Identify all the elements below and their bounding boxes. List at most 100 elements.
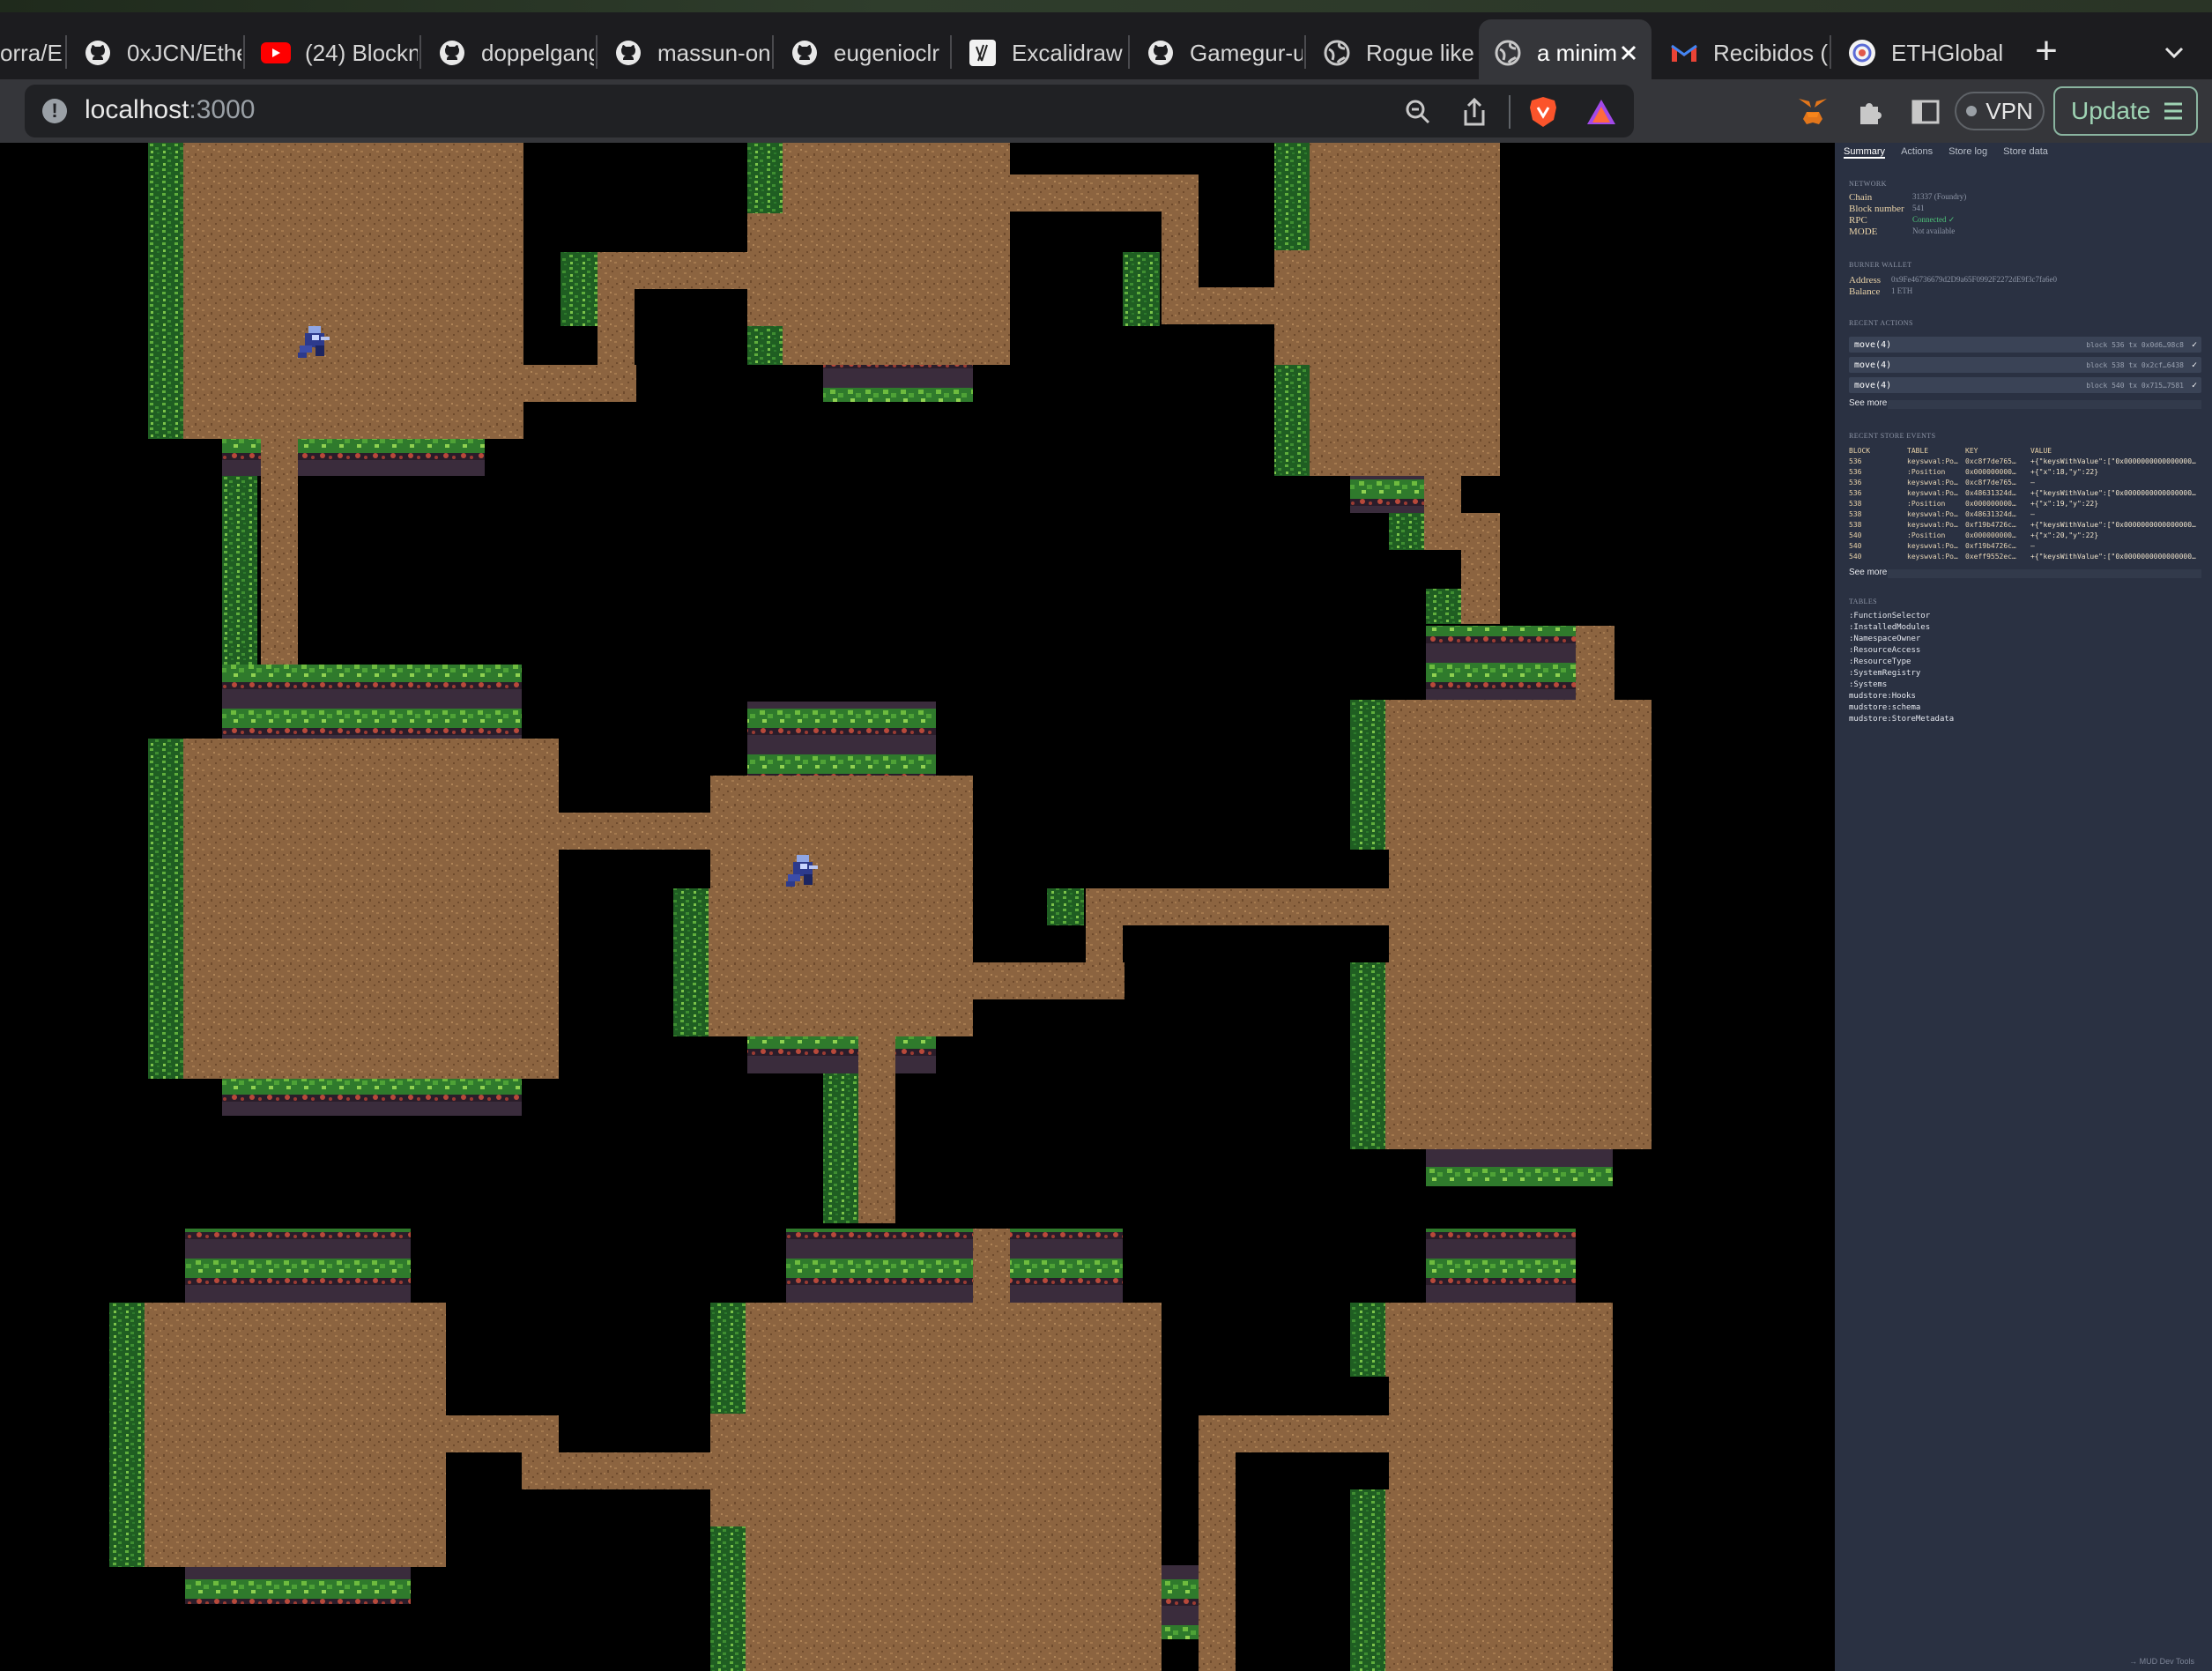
toolbar-divider — [1509, 95, 1511, 129]
github-icon — [83, 38, 113, 68]
tab-11[interactable]: ETHGlobal — [1833, 19, 2006, 86]
event-block: 536 — [1849, 457, 1862, 465]
network-row: Chain 31337 (Foundry) — [1849, 192, 1967, 203]
tab-7[interactable]: Gamegur-u — [1132, 19, 1303, 86]
update-label: Update — [2071, 97, 2151, 124]
see-more-bar — [1888, 569, 2201, 578]
event-value: – — [2030, 510, 2035, 518]
update-button[interactable]: Update — [2053, 86, 2198, 136]
event-table: keyswval:Po… — [1907, 479, 1958, 486]
event-value: +{"x":20,"y":22} — [2030, 531, 2099, 539]
table-item[interactable]: mudstore:StoreMetadata — [1849, 715, 1954, 724]
event-block: 536 — [1849, 479, 1862, 486]
event-table: keyswval:Po… — [1907, 553, 1958, 561]
tab-divider — [596, 35, 598, 69]
event-block: 540 — [1849, 531, 1862, 539]
events-see-more-link[interactable]: See more — [1849, 568, 1887, 577]
gmail-icon — [1669, 38, 1699, 68]
vpn-status-dot — [1966, 106, 1978, 116]
table-item[interactable]: mudstore:schema — [1849, 703, 1920, 712]
table-item[interactable]: :ResourceType — [1849, 657, 1911, 666]
event-value: +{"x":18,"y":22} — [2030, 468, 2099, 476]
table-item[interactable]: :SystemRegistry — [1849, 669, 1920, 678]
event-value: +{"keysWithValue":["0x0000000000000000… — [2030, 553, 2196, 561]
event-block: 536 — [1849, 489, 1862, 497]
recent-action-item[interactable]: move(4) block 538 tx 0x2cf…6438 ✓ — [1849, 357, 2201, 373]
network-row: MODE Not available — [1849, 227, 1956, 237]
tab-4[interactable]: massun-on — [599, 19, 770, 86]
brave-rewards-icon[interactable] — [1583, 93, 1620, 130]
event-key: 0x48631324d… — [1965, 510, 2016, 518]
tab-divider — [419, 35, 421, 69]
tab-8[interactable]: Rogue like — [1308, 19, 1479, 86]
site-info-icon[interactable]: ! — [42, 99, 67, 123]
event-key: 0xc8f7de765… — [1965, 479, 2016, 486]
recent-action-item[interactable]: move(4) block 540 tx 0x715…7581 ✓ — [1849, 377, 2201, 393]
globe-icon — [1493, 38, 1523, 68]
tab-divider — [1830, 35, 1831, 69]
game-canvas[interactable] — [0, 143, 1835, 1671]
event-value: – — [2030, 479, 2035, 486]
wallet-section-title: BURNER WALLET — [1849, 261, 1912, 269]
table-item[interactable]: :FunctionSelector — [1849, 612, 1930, 620]
devtools-tab-store-data[interactable]: Store data — [2003, 146, 2048, 159]
tab-2[interactable]: (24) Blockn — [247, 19, 418, 86]
vpn-label: VPN — [1986, 97, 2033, 124]
mud-dev-tools-panel: Summary Actions Store log Store data NET… — [1835, 143, 2212, 1671]
tab-divider — [950, 35, 952, 69]
network-section-title: NETWORK — [1849, 180, 1887, 188]
table-item[interactable]: :NamespaceOwner — [1849, 635, 1920, 643]
zoom-out-icon[interactable] — [1399, 93, 1436, 130]
github-icon — [1146, 38, 1176, 68]
tab-1[interactable]: 0xJCN/Ethe — [69, 19, 241, 86]
new-tab-button[interactable]: + — [2025, 30, 2067, 72]
devtools-tab-actions[interactable]: Actions — [1901, 146, 1933, 159]
table-item[interactable]: :ResourceAccess — [1849, 646, 1920, 655]
event-key: 0xf19b4726c… — [1965, 521, 2016, 529]
tab-label: ETHGlobal — [1891, 39, 2004, 66]
brave-shield-icon[interactable] — [1525, 93, 1562, 130]
event-table: keyswval:Po… — [1907, 489, 1958, 497]
tab-5[interactable]: eugenioclr — [776, 19, 948, 86]
url-text[interactable]: localhost:3000 — [85, 95, 255, 125]
event-key: 0x000000000… — [1965, 500, 2016, 508]
event-table: keyswval:Po… — [1907, 542, 1958, 550]
event-value: +{"x":19,"y":22} — [2030, 500, 2099, 508]
tab-9-active[interactable]: a minim — [1479, 19, 1652, 86]
event-key: 0xeff9552ec… — [1965, 553, 2016, 561]
event-key: 0xc8f7de765… — [1965, 457, 2016, 465]
ethglobal-icon — [1847, 38, 1877, 68]
vpn-button[interactable]: VPN — [1955, 92, 2045, 130]
share-icon[interactable] — [1456, 93, 1493, 130]
table-item[interactable]: mudstore:Hooks — [1849, 692, 1916, 701]
tab-label: a minim — [1537, 39, 1618, 66]
sidebar-toggle-icon[interactable] — [1907, 93, 1944, 130]
recent-action-item[interactable]: move(4) block 536 tx 0x0d6…98c8 ✓ — [1849, 337, 2201, 353]
devtools-tab-store-log[interactable]: Store log — [1948, 146, 1987, 159]
event-block: 538 — [1849, 521, 1862, 529]
tab-label: (24) Blockn — [305, 39, 418, 66]
event-value: – — [2030, 542, 2035, 550]
table-item[interactable]: :InstalledModules — [1849, 623, 1930, 632]
tab-6[interactable]: Excalidraw — [954, 19, 1126, 86]
event-value: +{"keysWithValue":["0x0000000000000000… — [2030, 457, 2196, 465]
devtools-tab-summary[interactable]: Summary — [1844, 146, 1886, 159]
event-key: 0xf19b4726c… — [1965, 542, 2016, 550]
tab-0[interactable]: orra/E — [0, 19, 62, 86]
wallet-row: Address 0x9Fe46736679d2D9a65F0992F2272dE9… — [1849, 275, 2057, 286]
events-header-block: BLOCK — [1849, 447, 1871, 455]
table-item[interactable]: :Systems — [1849, 680, 1887, 689]
menu-bars-icon[interactable] — [2163, 100, 2184, 122]
actions-see-more-link[interactable]: See more — [1849, 398, 1887, 408]
address-bar[interactable] — [25, 85, 1634, 137]
events-header-value: VALUE — [2030, 447, 2052, 455]
close-tab-icon[interactable] — [1616, 41, 1641, 65]
tab-search-chevron-icon[interactable] — [2156, 33, 2193, 71]
network-row: Block number 541 — [1849, 204, 1925, 214]
extensions-puzzle-icon[interactable] — [1851, 93, 1888, 130]
event-table: :Position — [1907, 468, 1946, 476]
tab-label: 0xJCN/Ethe — [127, 39, 241, 66]
tab-10[interactable]: Recibidos ( — [1655, 19, 1828, 86]
metamask-fox-icon[interactable] — [1794, 93, 1831, 130]
tab-3[interactable]: doppelgang — [423, 19, 594, 86]
